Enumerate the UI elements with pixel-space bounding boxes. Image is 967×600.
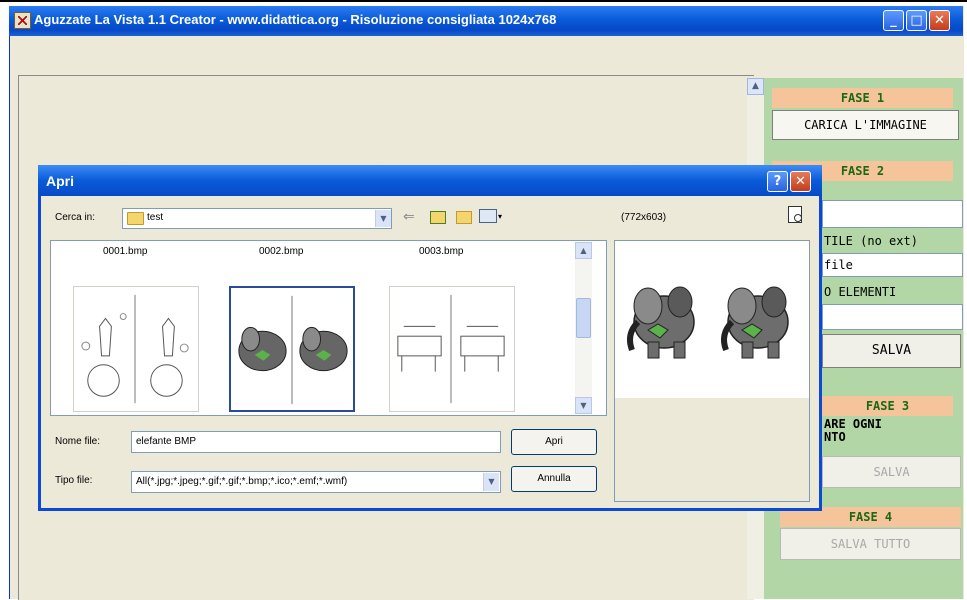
maximize-button[interactable]: □ xyxy=(906,10,927,31)
salva-button[interactable]: SALVA xyxy=(822,334,961,368)
back-arrow-icon[interactable]: ⇐ xyxy=(403,209,415,225)
preview-toggle-icon[interactable] xyxy=(788,206,802,223)
look-in-value: test xyxy=(147,212,164,223)
chevron-up-icon[interactable]: ▲ xyxy=(575,242,592,259)
close-icon: ✕ xyxy=(795,174,806,189)
thumbnail-image xyxy=(397,294,505,404)
dialog-title: Apri xyxy=(46,173,74,189)
close-button[interactable]: ✕ xyxy=(929,10,950,31)
new-folder-icon[interactable] xyxy=(456,211,472,224)
fase3-text-line1: ARE OGNI xyxy=(824,417,882,431)
elementi-field[interactable] xyxy=(822,304,963,330)
elephant-left xyxy=(627,286,695,359)
fase3-header: FASE 3 xyxy=(822,396,953,416)
close-icon: ✕ xyxy=(934,13,945,28)
fase3-text-line2: NTO xyxy=(824,430,846,444)
preview-empty-area xyxy=(615,398,809,501)
scroll-thumb[interactable] xyxy=(576,298,591,338)
file-name: 0002.bmp xyxy=(259,246,304,257)
elementi-label: O ELEMENTI xyxy=(824,285,897,299)
top-border-line xyxy=(0,0,967,2)
dialog-help-button[interactable]: ? xyxy=(767,171,788,192)
window-title: Aguzzate La Vista 1.1 Creator - www.dida… xyxy=(34,12,557,27)
chevron-up-icon: ▲ xyxy=(752,81,759,91)
help-icon: ? xyxy=(773,174,782,189)
salva-disabled-button[interactable]: SALVA xyxy=(822,456,961,488)
open-button[interactable]: Apri xyxy=(511,429,597,455)
view-menu-icon[interactable] xyxy=(479,209,497,223)
chevron-down-icon[interactable]: ▼ xyxy=(483,473,499,491)
carica-immagine-button[interactable]: CARICA L'IMMAGINE xyxy=(772,110,959,140)
file-thumbnail[interactable] xyxy=(229,286,355,412)
thumbnail-image xyxy=(238,295,348,405)
file-name-field[interactable]: file xyxy=(822,253,963,277)
filename-label: Nome file: xyxy=(55,436,101,447)
salva-tutto-button[interactable]: SALVA TUTTO xyxy=(780,528,961,560)
view-dropdown-icon[interactable]: ▾ xyxy=(498,212,502,221)
file-name: 0003.bmp xyxy=(419,246,464,257)
scroll-up-button[interactable]: ▲ xyxy=(747,78,764,95)
fase2-input[interactable] xyxy=(822,200,963,228)
filename-value: elefante BMP xyxy=(136,436,197,447)
menu-bar xyxy=(10,36,963,70)
folder-icon xyxy=(127,212,144,225)
file-name-value: file xyxy=(824,258,853,272)
file-name-label: TILE (no ext) xyxy=(824,234,918,248)
elephant-right xyxy=(721,286,789,359)
dialog-title-bar[interactable] xyxy=(38,165,822,196)
file-name: 0001.bmp xyxy=(103,246,148,257)
magnifier-icon xyxy=(794,214,802,222)
app-icon xyxy=(14,12,31,29)
look-in-select[interactable]: test ▼ xyxy=(122,208,392,229)
chevron-down-icon[interactable]: ▼ xyxy=(575,397,592,414)
maximize-icon: □ xyxy=(910,13,923,28)
cancel-button[interactable]: Annulla xyxy=(511,466,597,492)
minimize-icon: _ xyxy=(890,13,897,28)
file-list-scrollbar[interactable]: ▲ ▼ xyxy=(575,242,592,414)
chevron-down-icon[interactable]: ▼ xyxy=(375,210,391,227)
preview-image xyxy=(627,286,789,359)
filename-input[interactable]: elefante BMP xyxy=(131,431,501,453)
file-thumbnail[interactable] xyxy=(389,286,515,412)
preview-size-label: (772x603) xyxy=(621,212,667,223)
fase1-header: FASE 1 xyxy=(772,88,953,108)
thumbnail-image xyxy=(81,294,189,404)
up-folder-icon[interactable] xyxy=(430,211,446,224)
look-in-label: Cerca in: xyxy=(55,212,96,223)
file-thumbnail[interactable] xyxy=(73,286,199,412)
minimize-button[interactable]: _ xyxy=(883,10,904,31)
dialog-close-button[interactable]: ✕ xyxy=(790,171,811,192)
filetype-select[interactable]: All(*.jpg;*.jpeg;*.gif;*.gif;*.bmp;*.ico… xyxy=(131,471,501,493)
filetype-value: All(*.jpg;*.jpeg;*.gif;*.gif;*.bmp;*.ico… xyxy=(136,476,348,487)
filetype-label: Tipo file: xyxy=(55,475,93,486)
